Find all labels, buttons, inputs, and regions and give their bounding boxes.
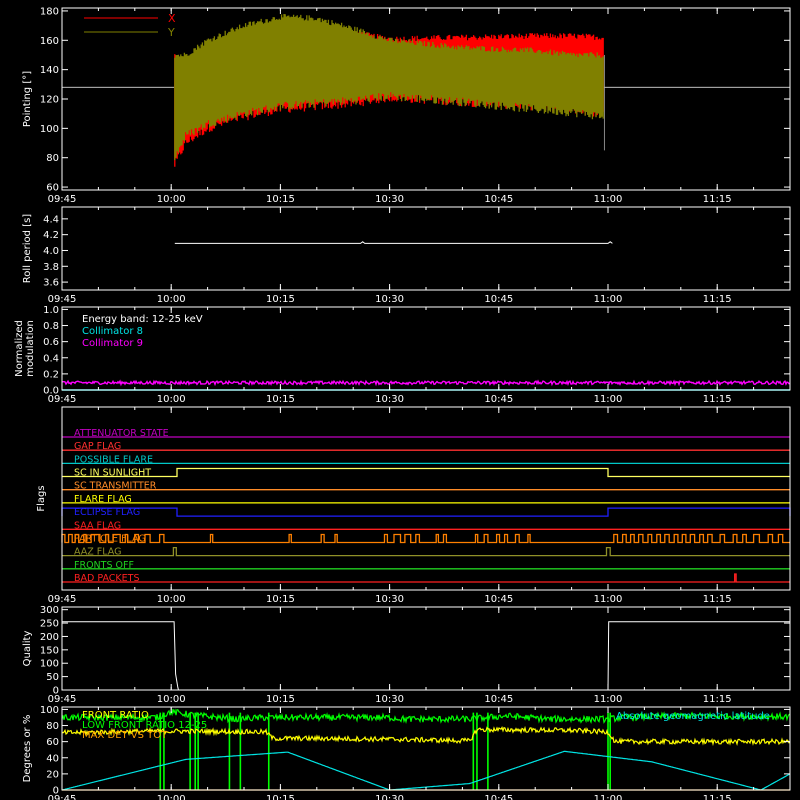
x-tick-label: 11:15 xyxy=(703,594,732,605)
flag-label: ATTENUATOR STATE xyxy=(74,428,169,439)
y-tick-label: 100 xyxy=(40,124,59,135)
x-tick-label: 10:45 xyxy=(484,194,513,205)
y-axis-label: Normalized xyxy=(14,320,25,377)
x-tick-label: 10:30 xyxy=(375,394,404,405)
y-axis-label: Quality xyxy=(22,631,33,667)
flag-label: FRONTS OFF xyxy=(74,560,134,571)
y-tick-label: 3.8 xyxy=(43,262,59,273)
x-tick-label: 10:15 xyxy=(266,194,295,205)
x-tick-label: 09:45 xyxy=(48,594,77,605)
flag-label: FLARE FLAG xyxy=(74,494,132,505)
legend-label: Collimator 8 xyxy=(82,326,143,337)
y-tick-label: 80 xyxy=(46,153,59,164)
ephemeris-plot: 09:45 10:00 10:15 10:30 10:45 11:00 11:15 60 80 1… xyxy=(0,0,800,800)
y-axis-label: Pointing [°] xyxy=(22,71,33,127)
y-tick-label: 150 xyxy=(40,645,59,656)
y-tick-label: 0 xyxy=(53,786,59,797)
y-tick-label: 300 xyxy=(40,605,59,616)
y-tick-label: 0.0 xyxy=(43,386,59,397)
x-tick-label: 10:30 xyxy=(375,294,404,305)
x-tick-label: 09:45 xyxy=(48,194,77,205)
x-tick-label: 11:00 xyxy=(594,194,623,205)
y-tick-label: 0.4 xyxy=(43,353,59,364)
x-tick-label: 10:45 xyxy=(484,294,513,305)
x-tick-label: 11:15 xyxy=(703,694,732,705)
y-axis-label: modulation xyxy=(25,320,36,377)
y-tick-label: 100 xyxy=(40,659,59,670)
x-tick-label: 10:00 xyxy=(157,294,186,305)
y-tick-label: 0.8 xyxy=(43,321,59,332)
x-tick-label: 11:15 xyxy=(703,794,732,800)
x-tick-label: 10:00 xyxy=(157,794,186,800)
x-tick-label: 10:45 xyxy=(484,394,513,405)
flag-label: GAP FLAG xyxy=(74,441,121,452)
y-tick-label: 160 xyxy=(40,36,59,47)
y-tick-label: 0 xyxy=(53,686,59,697)
x-tick-label: 11:00 xyxy=(594,594,623,605)
x-tick-label: 10:00 xyxy=(157,194,186,205)
x-tick-label: 10:15 xyxy=(266,594,295,605)
flag-label: SC IN SUNLIGHT xyxy=(74,468,151,479)
y-tick-label: 140 xyxy=(40,65,59,76)
y-tick-label: 3.6 xyxy=(43,278,59,289)
x-tick-label: 10:45 xyxy=(484,794,513,800)
x-tick-label: 10:00 xyxy=(157,594,186,605)
legend-label: X xyxy=(168,12,176,25)
y-tick-label: 50 xyxy=(46,672,59,683)
x-tick-label: 11:00 xyxy=(594,794,623,800)
flag-label: AAZ FLAG xyxy=(74,547,121,558)
flag-label: PARTICLE FLAG xyxy=(74,533,146,544)
flag-label: POSSIBLE FLARE xyxy=(74,454,153,465)
legend-label: Y xyxy=(167,26,175,39)
y-tick-label: 120 xyxy=(40,95,59,106)
x-tick-label: 10:30 xyxy=(375,194,404,205)
flag-label: ECLIPSE FLAG xyxy=(74,507,140,518)
x-tick-label: 11:15 xyxy=(703,194,732,205)
x-tick-label: 11:15 xyxy=(703,294,732,305)
y-axis-label: Roll period [s] xyxy=(22,214,33,283)
y-tick-label: 200 xyxy=(40,632,59,643)
y-tick-label: 0.6 xyxy=(43,337,59,348)
legend-label: Collimator 9 xyxy=(82,338,143,349)
y-tick-label: 40 xyxy=(46,753,59,764)
x-tick-label: 10:30 xyxy=(375,594,404,605)
x-tick-label: 10:15 xyxy=(266,394,295,405)
y-axis-label: Flags xyxy=(36,485,47,511)
x-tick-label: 10:00 xyxy=(157,394,186,405)
x-tick-label: 11:15 xyxy=(703,394,732,405)
y-tick-label: 60 xyxy=(46,737,59,748)
x-tick-label: 10:30 xyxy=(375,694,404,705)
x-tick-label: 10:45 xyxy=(484,694,513,705)
x-tick-label: 11:00 xyxy=(594,294,623,305)
x-tick-label: 10:45 xyxy=(484,594,513,605)
y-tick-label: 4.0 xyxy=(43,246,59,257)
flag-label: SAA FLAG xyxy=(74,520,121,531)
x-tick-label: 09:45 xyxy=(48,294,77,305)
legend-label: MAX DET VS TOT xyxy=(82,730,168,741)
legend-label: Absolute geomagnetic latitude xyxy=(616,711,770,722)
y-tick-label: 100 xyxy=(40,705,59,716)
y-tick-label: 0.2 xyxy=(43,369,59,380)
x-tick-label: 11:00 xyxy=(594,394,623,405)
x-tick-label: 10:30 xyxy=(375,794,404,800)
x-tick-label: 10:15 xyxy=(266,294,295,305)
flag-label: SC TRANSMITTER xyxy=(74,481,157,492)
y-tick-label: 60 xyxy=(46,183,59,194)
flag-label: BAD PACKETS xyxy=(74,573,140,584)
x-tick-label: 10:00 xyxy=(157,694,186,705)
x-tick-label: 10:15 xyxy=(266,794,295,800)
x-tick-label: 10:15 xyxy=(266,694,295,705)
y-tick-label: 4.2 xyxy=(43,230,59,241)
x-tick-label: 11:00 xyxy=(594,694,623,705)
energy-band-annotation: Energy band: 12-25 keV xyxy=(82,314,203,325)
y-axis-label: Degrees or % xyxy=(22,715,33,783)
y-tick-label: 180 xyxy=(40,6,59,17)
y-tick-label: 4.4 xyxy=(43,214,59,225)
y-tick-label: 20 xyxy=(46,769,59,780)
y-tick-label: 80 xyxy=(46,721,59,732)
y-tick-label: 250 xyxy=(40,619,59,630)
y-tick-label: 1.0 xyxy=(43,305,59,316)
